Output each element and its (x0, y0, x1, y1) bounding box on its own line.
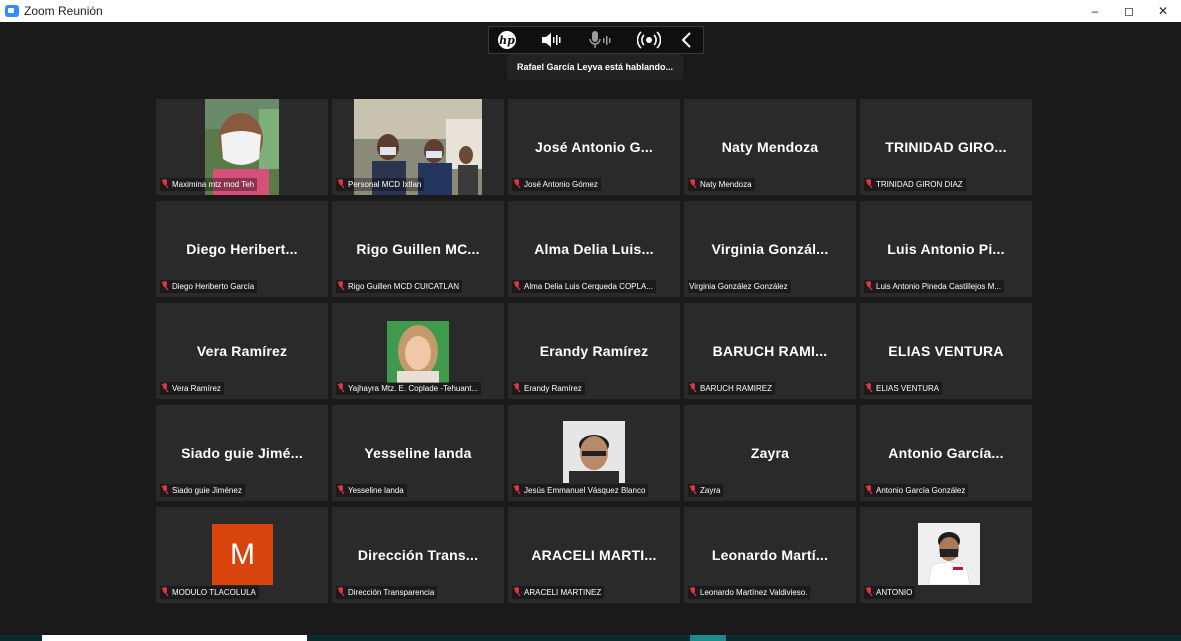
participant-tile[interactable]: TRINIDAD GIRO... TRINIDAD GIRON DIAZ (860, 99, 1032, 195)
collapse-chevron-left-icon[interactable] (679, 30, 695, 50)
participant-tile[interactable]: Jesús Emmanuel Vásquez Blanco (508, 405, 680, 501)
participant-tile[interactable]: ELIAS VENTURA ELIAS VENTURA (860, 303, 1032, 399)
zoom-app-icon (5, 5, 19, 17)
participant-name-label: Yesseline landa (336, 484, 407, 497)
mic-muted-icon (337, 485, 345, 494)
participant-tile[interactable]: José Antonio G... José Antonio Gómez (508, 99, 680, 195)
participant-name-label: José Antonio Gómez (512, 178, 601, 191)
participant-tile[interactable]: Personal MCD Ixtlan (332, 99, 504, 195)
mic-muted-icon (161, 485, 169, 494)
participant-name-label: ARACELI MARTINEZ (512, 586, 605, 599)
avatar: M (212, 524, 273, 585)
participant-name-label: Yajhayra Mtz. E. Coplade -Tehuant... (336, 382, 482, 395)
participant-video (387, 321, 449, 383)
mic-muted-icon (161, 179, 169, 188)
participant-tile[interactable]: BARUCH RAMI... BARUCH RAMIREZ (684, 303, 856, 399)
participant-tile[interactable]: Yajhayra Mtz. E. Coplade -Tehuant... (332, 303, 504, 399)
meeting-stage: hp Rafael García Leyva está hablando... … (0, 22, 1181, 641)
participant-name-label: Personal MCD Ixtlan (336, 178, 425, 191)
participant-name-label: Rigo Guillen MCD CUICATLAN (336, 280, 462, 293)
mic-muted-icon (161, 281, 169, 290)
participant-tile[interactable]: Antonio García... Antonio García Gonzále… (860, 405, 1032, 501)
participant-name-label: Zayra (688, 484, 724, 497)
microphone-level-icon[interactable] (589, 30, 615, 50)
mic-muted-icon (689, 179, 697, 188)
hp-logo-icon: hp (495, 30, 519, 50)
participant-tile[interactable]: ARACELI MARTI... ARACELI MARTINEZ (508, 507, 680, 603)
participant-name-label: Naty Mendoza (688, 178, 755, 191)
participant-name-label: Diego Heriberto García (160, 280, 258, 293)
active-speaker-banner: Rafael García Leyva está hablando... (507, 54, 683, 80)
window-title: Zoom Reunión (24, 4, 103, 18)
participant-tile[interactable]: Virginia Gonzál... Virginia González Gon… (684, 201, 856, 297)
participant-tile[interactable]: Maximina mtz mod Teh (156, 99, 328, 195)
participant-video (563, 421, 625, 483)
participant-tile[interactable]: Naty Mendoza Naty Mendoza (684, 99, 856, 195)
participant-tile[interactable]: Dirección Trans... Dirección Transparenc… (332, 507, 504, 603)
mic-muted-icon (513, 485, 521, 494)
mic-muted-icon (337, 179, 345, 188)
mic-muted-icon (513, 383, 521, 392)
maximize-button[interactable]: ◻ (1112, 0, 1146, 22)
participant-name-label: Jesús Emmanuel Vásquez Blanco (512, 484, 649, 497)
mic-muted-icon (161, 587, 169, 596)
mic-muted-icon (513, 281, 521, 290)
participant-name-label: Siado guie Jiménez (160, 484, 245, 497)
participant-tile[interactable]: Alma Delia Luis... Alma Delia Luis Cerqu… (508, 201, 680, 297)
mic-muted-icon (337, 383, 345, 392)
broadcast-icon[interactable] (636, 30, 662, 50)
taskbar (0, 635, 1181, 641)
taskbar-search-box[interactable] (42, 635, 307, 641)
mic-muted-icon (337, 587, 345, 596)
mic-muted-icon (689, 587, 697, 596)
mic-muted-icon (689, 383, 697, 392)
taskbar-app-button[interactable] (690, 635, 726, 641)
close-button[interactable]: ✕ (1146, 0, 1180, 22)
participant-name-label: Leonardo Martínez Valdivieso. (688, 586, 811, 599)
minimize-button[interactable]: – (1078, 0, 1112, 22)
participant-tile[interactable]: M MODULO TLACOLULA (156, 507, 328, 603)
mic-muted-icon (865, 383, 873, 392)
mic-muted-icon (161, 383, 169, 392)
participant-name-label: ANTONIO (864, 586, 916, 599)
mic-muted-icon (337, 281, 345, 290)
participant-name-label: Erandy Ramírez (512, 382, 585, 395)
mic-muted-icon (513, 179, 521, 188)
mic-muted-icon (865, 281, 873, 290)
participant-name-label: Alma Delia Luis Cerqueda COPLA... (512, 280, 656, 293)
participant-tile[interactable]: Erandy Ramírez Erandy Ramírez (508, 303, 680, 399)
mic-muted-icon (513, 587, 521, 596)
participant-tile[interactable]: Leonardo Martí... Leonardo Martínez Vald… (684, 507, 856, 603)
participant-name-label: Vera Ramírez (160, 382, 224, 395)
participant-tile[interactable]: Vera Ramírez Vera Ramírez (156, 303, 328, 399)
participant-name-label: ELIAS VENTURA (864, 382, 943, 395)
mic-muted-icon (865, 485, 873, 494)
participant-name-label: Antonio García González (864, 484, 969, 497)
participant-name-label: Virginia González González (688, 280, 791, 293)
window-title-bar: Zoom Reunión – ◻ ✕ (0, 0, 1181, 22)
participant-name-label: Dirección Transparencia (336, 586, 438, 599)
participant-video (918, 523, 980, 585)
mic-muted-icon (865, 179, 873, 188)
participant-name-label: MODULO TLACOLULA (160, 586, 259, 599)
hp-brand-text: hp (499, 34, 515, 47)
participant-name-label: Maximina mtz mod Teh (160, 178, 258, 191)
participant-tile[interactable]: Yesseline landa Yesseline landa (332, 405, 504, 501)
participant-grid: Maximina mtz mod Teh Personal MCD Ixtlan… (156, 99, 1036, 604)
participant-name-label: BARUCH RAMIREZ (688, 382, 776, 395)
participant-name-label: TRINIDAD GIRON DIAZ (864, 178, 966, 191)
participant-tile[interactable]: Rigo Guillen MC... Rigo Guillen MCD CUIC… (332, 201, 504, 297)
mic-muted-icon (865, 587, 873, 596)
participant-tile[interactable]: Diego Heribert... Diego Heriberto García (156, 201, 328, 297)
participant-tile[interactable]: Zayra Zayra (684, 405, 856, 501)
floating-toolbar: hp (488, 26, 704, 54)
participant-tile[interactable]: Luis Antonio Pi... Luis Antonio Pineda C… (860, 201, 1032, 297)
participant-name-label: Luis Antonio Pineda Castillejos M... (864, 280, 1004, 293)
participant-tile[interactable]: Siado guie Jimé... Siado guie Jiménez (156, 405, 328, 501)
participant-tile[interactable]: ANTONIO (860, 507, 1032, 603)
mic-muted-icon (689, 485, 697, 494)
speaker-volume-icon[interactable] (539, 30, 563, 50)
